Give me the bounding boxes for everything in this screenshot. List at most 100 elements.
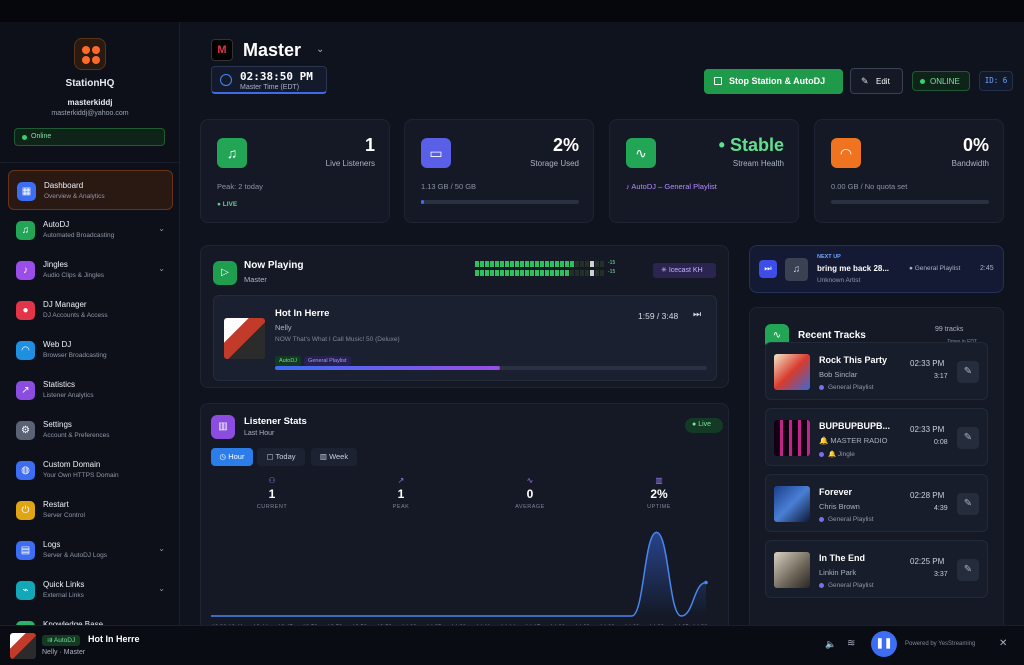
recent-track-row[interactable]: In The End Linkin Park General Playlist 02:… bbox=[765, 540, 988, 598]
bandwidth-card: ◠ 0% Bandwidth 0.00 GB / No quota set bbox=[814, 119, 1004, 223]
edit-label: Edit bbox=[876, 77, 890, 86]
health-detail-text: AutoDJ – General Playlist bbox=[631, 182, 717, 191]
tab-label: Hour bbox=[228, 452, 245, 461]
globe-icon: ◍ bbox=[16, 461, 35, 480]
recent-tracks-heading: Recent Tracks bbox=[798, 330, 866, 341]
edit-track-icon[interactable]: ✎ bbox=[957, 493, 979, 515]
autodj-tag: AutoDJ bbox=[275, 356, 302, 366]
vu-segment bbox=[565, 270, 569, 276]
tab-hour[interactable]: ◷ Hour bbox=[211, 448, 253, 466]
sidebar-item-label: Custom Domain bbox=[43, 460, 101, 469]
vu-segment bbox=[545, 270, 549, 276]
recent-track-row[interactable]: BUPBUPBUPB... 🔔 MASTER RADIO 🔔 Jingle 02:33… bbox=[765, 408, 988, 466]
recent-track-playlist: 🔔 Jingle bbox=[819, 450, 855, 458]
player-subtitle: Nelly · Master bbox=[42, 649, 86, 656]
health-label: Stream Health bbox=[732, 159, 784, 168]
edit-track-icon[interactable]: ✎ bbox=[957, 559, 979, 581]
tab-today[interactable]: ▢ Today bbox=[257, 448, 305, 466]
user-name: masterkiddj bbox=[67, 98, 113, 107]
chart-icon: ↗ bbox=[16, 381, 35, 400]
sidebar-item-label: Quick Links bbox=[43, 580, 85, 589]
vu-segment bbox=[515, 261, 519, 267]
chevron-down-icon[interactable]: ⌄ bbox=[158, 584, 165, 593]
chart-point bbox=[383, 615, 385, 617]
stop-station-button[interactable]: Stop Station & AutoDJ bbox=[704, 69, 843, 94]
stream-health-card: ∿ • Stable Stream Health ♪ AutoDJ – Gene… bbox=[609, 119, 799, 223]
tab-week[interactable]: ▥ Week bbox=[311, 448, 357, 466]
sidebar-item-sub: Overview & Analytics bbox=[44, 193, 105, 200]
recent-track-row[interactable]: Rock This Party Bob Sinclar General Playli… bbox=[765, 342, 988, 400]
volume-icon[interactable]: 🔈 bbox=[825, 639, 836, 650]
sidebar-item-autodj[interactable]: ♫ AutoDJ Automated Broadcasting ⌄ bbox=[8, 210, 173, 250]
sidebar-item-custom-domain[interactable]: ◍ Custom Domain Your Own HTTPS Domain bbox=[8, 450, 173, 490]
chart-point bbox=[309, 615, 311, 617]
vu-segment bbox=[555, 270, 559, 276]
clock-icon: ◷ bbox=[219, 452, 227, 461]
edit-button[interactable]: ✎ Edit bbox=[850, 68, 903, 94]
vu-meter-left bbox=[475, 261, 604, 267]
online-status-text: ONLINE bbox=[930, 77, 960, 86]
chevron-down-icon[interactable]: ⌄ bbox=[158, 544, 165, 553]
mic-icon: ● bbox=[16, 301, 35, 320]
sidebar-item-dashboard[interactable]: ▦ Dashboard Overview & Analytics bbox=[8, 170, 173, 210]
recent-track-duration: 4:39 bbox=[934, 505, 948, 512]
player-title: Hot In Herre bbox=[88, 634, 140, 644]
track-progress-bar[interactable] bbox=[275, 366, 707, 370]
edit-track-icon[interactable]: ✎ bbox=[957, 361, 979, 383]
sidebar-item-settings[interactable]: ⚙ Settings Account & Preferences bbox=[8, 410, 173, 450]
track-art bbox=[774, 552, 810, 588]
pause-button[interactable]: ❚❚ bbox=[871, 631, 897, 657]
chevron-down-icon[interactable]: ⌄ bbox=[158, 264, 165, 273]
recent-track-artist: 🔔 MASTER RADIO bbox=[819, 436, 888, 445]
hard-drive-icon: ▭ bbox=[421, 138, 451, 168]
next-up-artist: Unknown Artist bbox=[817, 277, 861, 284]
sidebar-item-jingles[interactable]: ♪ Jingles Audio Clips & Jingles ⌄ bbox=[8, 250, 173, 290]
vu-segment bbox=[555, 261, 559, 267]
vu-segment bbox=[585, 270, 589, 276]
main-content: M Master ⌄ 02:38:50 PM Master Time (EDT)… bbox=[180, 22, 1024, 633]
tab-label: Today bbox=[275, 452, 296, 461]
chart-point bbox=[581, 615, 583, 617]
live-badge-text: Live bbox=[698, 421, 712, 428]
chart-point bbox=[631, 615, 633, 617]
vu-segment bbox=[595, 261, 599, 267]
skip-next-icon[interactable]: ⏭ bbox=[693, 309, 701, 320]
clock-time: 02:38:50 PM bbox=[240, 70, 313, 83]
edit-icon: ✎ bbox=[861, 76, 869, 86]
chart-point bbox=[532, 615, 534, 617]
recent-track-time: 02:33 PM bbox=[910, 425, 945, 434]
sidebar-item-logs[interactable]: ▤ Logs Server & AutoDJ Logs ⌄ bbox=[8, 530, 173, 570]
station-dropdown-chevron-icon[interactable]: ⌄ bbox=[316, 44, 324, 55]
recent-track-time: 02:33 PM bbox=[910, 359, 945, 368]
online-status-badge: Online bbox=[14, 128, 165, 146]
close-player-icon[interactable]: ✕ bbox=[999, 638, 1007, 649]
sidebar-item-web-dj[interactable]: ◠ Web DJ Browser Broadcasting bbox=[8, 330, 173, 370]
sidebar-item-restart[interactable]: ⏻ Restart Server Control bbox=[8, 490, 173, 530]
chart-point bbox=[433, 615, 435, 617]
skip-to-next-icon[interactable]: ⏭ bbox=[759, 260, 777, 278]
vu-segment bbox=[600, 270, 604, 276]
layers-icon[interactable]: ≋ bbox=[847, 638, 855, 649]
next-up-label: NEXT UP bbox=[817, 254, 841, 260]
live-badge: ● Live bbox=[685, 418, 723, 433]
vu-segment bbox=[495, 261, 499, 267]
sidebar-item-quick-links[interactable]: ⌁ Quick Links External Links ⌄ bbox=[8, 570, 173, 610]
sidebar-item-statistics[interactable]: ↗ Statistics Listener Analytics bbox=[8, 370, 173, 410]
chevron-down-icon[interactable]: ⌄ bbox=[158, 224, 165, 233]
vu-segment bbox=[530, 261, 534, 267]
recent-track-title: In The End bbox=[819, 553, 865, 563]
track-time: 1:59 / 3:48 bbox=[638, 311, 679, 321]
vu-meter-right bbox=[475, 270, 604, 276]
sidebar: StationHQ masterkiddj masterkiddj@yahoo.… bbox=[0, 22, 180, 640]
storage-bar bbox=[421, 200, 579, 204]
edit-track-icon[interactable]: ✎ bbox=[957, 427, 979, 449]
sidebar-item-dj-manager[interactable]: ● DJ Manager DJ Accounts & Access bbox=[8, 290, 173, 330]
recent-track-row[interactable]: Forever Chris Brown General Playlist 02:28 … bbox=[765, 474, 988, 532]
vu-segment bbox=[520, 261, 524, 267]
tab-label: Week bbox=[329, 452, 349, 461]
recent-track-time: 02:28 PM bbox=[910, 491, 945, 500]
sidebar-item-sub: Audio Clips & Jingles bbox=[43, 272, 105, 279]
vu-segment bbox=[525, 261, 529, 267]
recent-track-playlist: General Playlist bbox=[819, 582, 874, 589]
vu-segment bbox=[590, 261, 594, 267]
